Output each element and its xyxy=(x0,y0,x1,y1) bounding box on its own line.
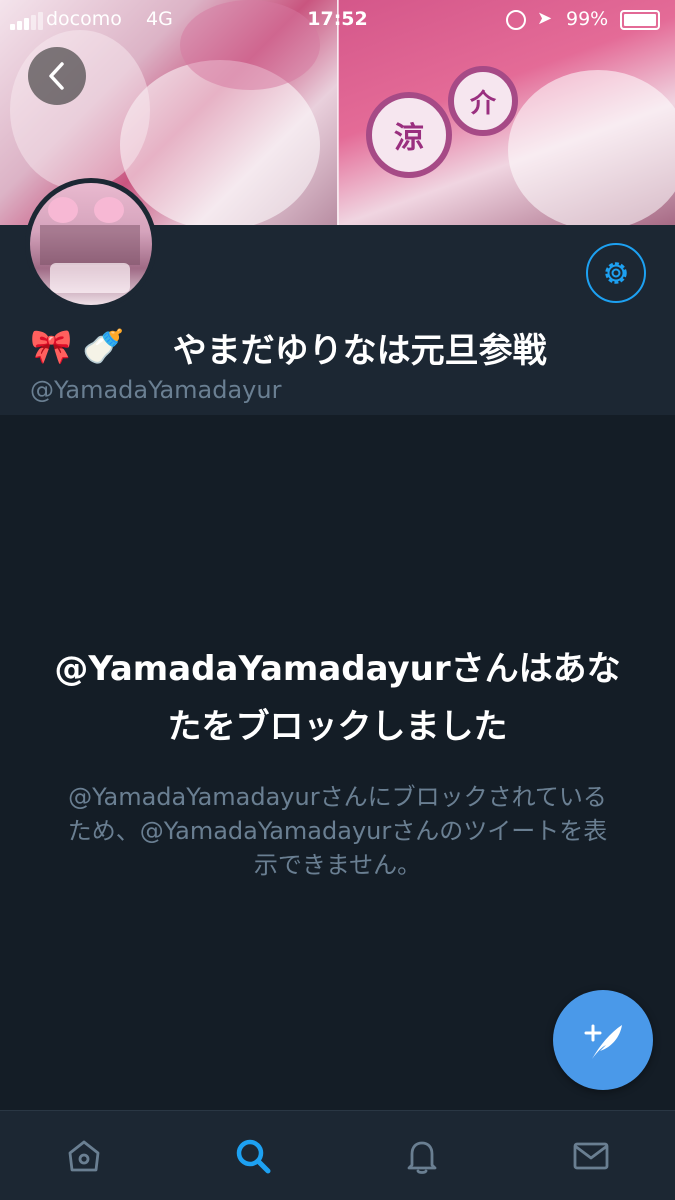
compose-feather-icon xyxy=(584,1024,622,1059)
display-name-text: やまだゆりなは元旦参戦 xyxy=(172,330,547,371)
avatar-image xyxy=(30,183,152,305)
uchiwa-text-2: 介 xyxy=(469,88,496,119)
user-handle: @YamadaYamadayur xyxy=(30,376,282,404)
mail-icon xyxy=(573,1142,609,1169)
uchiwa-text-1: 涼 xyxy=(394,121,424,156)
settings-button[interactable] xyxy=(586,243,646,303)
uchiwa-fan-1: 涼 xyxy=(366,92,452,178)
chevron-left-icon xyxy=(49,62,64,90)
display-name: 🎀 🍼 やまだゆりなは元旦参戦 xyxy=(30,322,547,372)
compose-tweet-button[interactable] xyxy=(553,990,653,1090)
tab-bar xyxy=(0,1110,675,1200)
rotation-lock-icon xyxy=(506,10,526,30)
tab-notifications[interactable] xyxy=(338,1111,507,1200)
uchiwa-fan-2: 介 xyxy=(448,66,518,136)
avatar[interactable] xyxy=(25,178,157,310)
status-bar: docomo 4G 17:52 ➤ 99% xyxy=(0,0,675,40)
tab-home[interactable] xyxy=(0,1111,169,1200)
home-icon xyxy=(68,1140,100,1171)
search-icon xyxy=(236,1139,271,1173)
battery-icon xyxy=(620,10,660,30)
location-icon: ➤ xyxy=(537,8,553,29)
battery-percentage: 99% xyxy=(566,8,609,30)
blocked-title: @YamadaYamadayurさんはあなたをブロックしました xyxy=(54,649,621,747)
blocked-description: @YamadaYamadayurさんにブロックされているため、@YamadaYa… xyxy=(67,783,608,879)
back-button[interactable] xyxy=(28,47,86,105)
tab-messages[interactable] xyxy=(506,1111,675,1200)
gear-icon xyxy=(605,262,627,284)
baby-bottle-emoji: 🍼 xyxy=(82,327,125,367)
ribbon-emoji: 🎀 xyxy=(30,327,73,367)
tab-search[interactable] xyxy=(169,1111,338,1200)
bell-icon xyxy=(407,1141,437,1174)
